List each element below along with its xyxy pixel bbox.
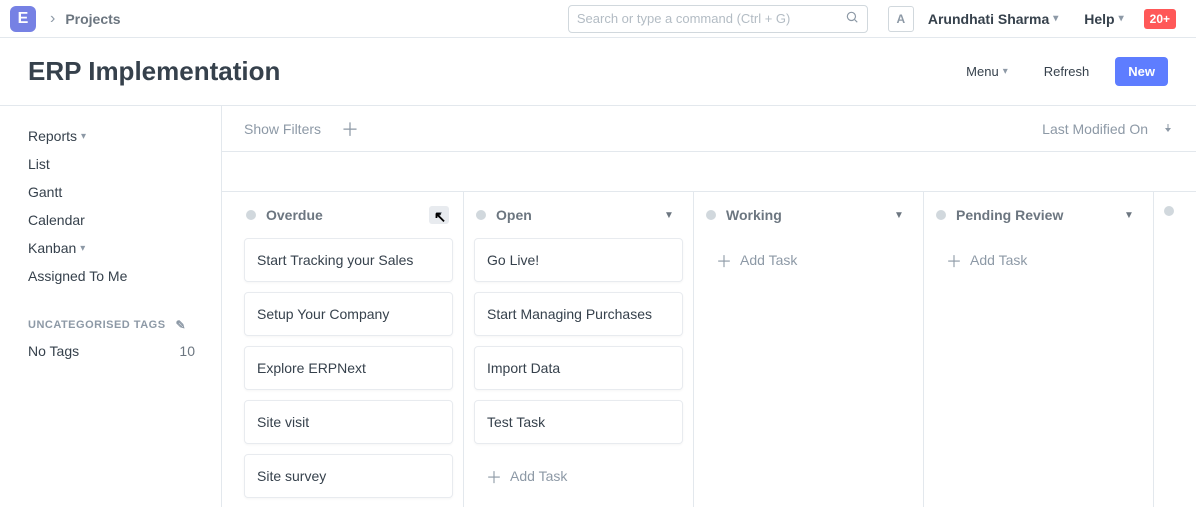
kanban-column-header: Working▼ (694, 192, 923, 238)
kanban-column: Working▼ ＋ Add Task (694, 192, 924, 507)
kanban-column-header: Open▼ (464, 192, 693, 238)
main-area: Show Filters ＋ Last Modified On Overdue▼… (222, 106, 1196, 507)
kanban-column-header: Pending Review▼ (924, 192, 1153, 238)
left-sidebar: Reports ▾ List Gantt Calendar Kanban ▾ A… (0, 106, 222, 507)
kanban-column-title: Working (726, 207, 889, 223)
global-search[interactable] (568, 5, 868, 33)
avatar[interactable]: A (888, 6, 914, 32)
user-name-label: Arundhati Sharma (928, 11, 1049, 27)
breadcrumb-chevron-icon: › (50, 10, 55, 28)
column-menu-button[interactable]: ▼ (1119, 206, 1139, 224)
add-task-label: Add Task (510, 468, 567, 484)
sidebar-section-tags: UNCATEGORISED TAGS ✎ (28, 318, 221, 332)
status-dot-icon (1164, 206, 1174, 216)
top-navbar: E › Projects A Arundhati Sharma ▾ Help ▾… (0, 0, 1196, 38)
sidebar-item-label: Kanban (28, 240, 76, 256)
new-button[interactable]: New (1115, 57, 1168, 86)
sidebar-section-label: UNCATEGORISED TAGS (28, 319, 166, 331)
sidebar-item-calendar[interactable]: Calendar (28, 206, 221, 234)
sidebar-item-kanban[interactable]: Kanban ▾ (28, 234, 221, 262)
kanban-card[interactable]: Site visit (244, 400, 453, 444)
sort-field-label[interactable]: Last Modified On (1042, 121, 1148, 137)
add-filter-icon[interactable]: ＋ (341, 116, 359, 142)
sidebar-item-label: Reports (28, 128, 77, 144)
kanban-card[interactable]: Start Managing Purchases (474, 292, 683, 336)
refresh-button[interactable]: Refresh (1034, 58, 1100, 85)
add-task-button[interactable]: ＋ Add Task (474, 454, 683, 498)
kanban-card[interactable]: Import Data (474, 346, 683, 390)
kanban-column-title: Open (496, 207, 659, 223)
help-label: Help (1084, 11, 1114, 27)
kanban-card[interactable]: Site survey (244, 454, 453, 498)
kanban-column-header: Overdue▼↖ (234, 192, 463, 238)
page-header: ERP Implementation Menu ▾ Refresh New (0, 38, 1196, 106)
menu-button[interactable]: Menu ▾ (956, 58, 1018, 85)
kanban-column: Open▼Go Live!Start Managing PurchasesImp… (464, 192, 694, 507)
menu-button-label: Menu (966, 64, 999, 79)
kanban-column-cards: Start Tracking your Sales Setup Your Comp… (234, 238, 463, 507)
kanban-column-title: Pending Review (956, 207, 1119, 223)
search-input[interactable] (577, 11, 845, 26)
sidebar-item-list[interactable]: List (28, 150, 221, 178)
help-menu[interactable]: Help ▾ (1084, 11, 1123, 27)
column-menu-button[interactable]: ▼ (659, 206, 679, 224)
edit-tags-icon[interactable]: ✎ (176, 318, 187, 332)
spacer-strip (222, 152, 1196, 192)
caret-down-icon: ▾ (80, 243, 85, 254)
status-dot-icon (936, 210, 946, 220)
kanban-column-cards: ＋ Add Task (924, 238, 1153, 507)
column-menu-button[interactable]: ▼↖ (429, 206, 449, 224)
plus-icon: ＋ (946, 248, 962, 272)
kanban-column-peek (1154, 192, 1196, 507)
notification-badge[interactable]: 20+ (1144, 9, 1176, 29)
caret-down-icon: ▾ (1119, 13, 1124, 24)
caret-down-icon: ▾ (1003, 66, 1008, 77)
app-logo[interactable]: E (10, 6, 36, 32)
kanban-column-cards: ＋ Add Task (694, 238, 923, 507)
add-task-label: Add Task (970, 252, 1027, 268)
kanban-column: Overdue▼↖Start Tracking your SalesSetup … (234, 192, 464, 507)
kanban-card[interactable]: Start Tracking your Sales (244, 238, 453, 282)
kanban-card[interactable]: Explore ERPNext (244, 346, 453, 390)
breadcrumb-projects[interactable]: Projects (65, 11, 120, 27)
tag-label: No Tags (28, 343, 179, 359)
kanban-board[interactable]: Overdue▼↖Start Tracking your SalesSetup … (222, 192, 1196, 507)
plus-icon: ＋ (486, 464, 502, 488)
column-menu-button[interactable]: ▼ (889, 206, 909, 224)
kanban-column: Pending Review▼ ＋ Add Task (924, 192, 1154, 507)
kanban-card[interactable]: Setup Your Company (244, 292, 453, 336)
user-menu[interactable]: Arundhati Sharma ▾ (928, 11, 1058, 27)
kanban-card[interactable]: Test Task (474, 400, 683, 444)
list-toolbar: Show Filters ＋ Last Modified On (222, 106, 1196, 152)
sort-direction-icon[interactable] (1162, 121, 1174, 137)
add-task-button[interactable]: ＋ Add Task (704, 238, 913, 282)
sidebar-item-gantt[interactable]: Gantt (28, 178, 221, 206)
kanban-column-cards: Go Live! Start Managing Purchases Import D… (464, 238, 693, 507)
plus-icon: ＋ (716, 248, 732, 272)
kanban-column-title: Overdue (266, 207, 429, 223)
show-filters-link[interactable]: Show Filters (244, 121, 321, 137)
status-dot-icon (246, 210, 256, 220)
sidebar-tag-row[interactable]: No Tags 10 (28, 338, 221, 364)
caret-down-icon: ▾ (1053, 13, 1058, 24)
sidebar-item-reports[interactable]: Reports ▾ (28, 122, 221, 150)
add-task-button[interactable]: ＋ Add Task (934, 238, 1143, 282)
tag-count: 10 (179, 343, 195, 359)
search-icon (845, 10, 859, 27)
kanban-card[interactable]: Go Live! (474, 238, 683, 282)
caret-down-icon: ▾ (81, 131, 86, 142)
page-title: ERP Implementation (28, 56, 956, 87)
status-dot-icon (706, 210, 716, 220)
status-dot-icon (476, 210, 486, 220)
add-task-label: Add Task (740, 252, 797, 268)
sidebar-item-assigned[interactable]: Assigned To Me (28, 262, 221, 290)
cursor-icon: ↖ (434, 208, 447, 226)
